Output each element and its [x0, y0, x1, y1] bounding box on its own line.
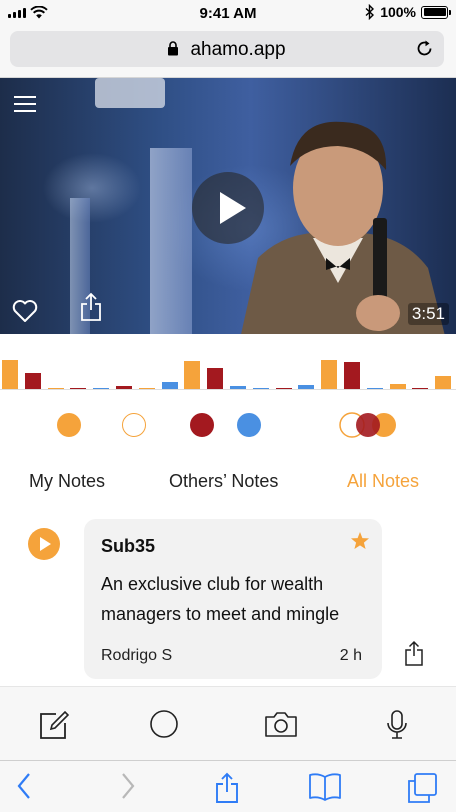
bookmarks-icon[interactable]	[308, 772, 342, 802]
note-title: Sub35	[101, 536, 156, 556]
notes-timeline[interactable]	[0, 350, 456, 390]
heart-icon[interactable]	[12, 299, 38, 323]
timeline-baseline	[0, 389, 456, 390]
record-circle-icon[interactable]	[149, 709, 179, 739]
battery-icon	[421, 5, 451, 19]
play-icon[interactable]	[192, 172, 264, 244]
url-text: ahamo.app	[190, 39, 286, 60]
share-icon[interactable]	[214, 772, 240, 804]
note-play-icon[interactable]	[28, 528, 60, 560]
browser-address-area: ahamo.app	[0, 26, 456, 78]
status-bar: 9:41 AM 100%	[0, 0, 456, 26]
note-text: An exclusive club for wealth managers to…	[101, 574, 340, 624]
share-icon[interactable]	[79, 292, 103, 322]
note-time: 2 h	[339, 647, 362, 664]
timeline-bar[interactable]	[2, 360, 18, 390]
note-author: Rodrigo S	[101, 647, 173, 664]
timeline-bar[interactable]	[344, 362, 360, 390]
tab-all-notes[interactable]: All Notes	[347, 471, 419, 492]
note-card[interactable]: Sub35 An exclusive club for wealth manag…	[84, 519, 382, 679]
address-bar[interactable]: ahamo.app	[10, 31, 444, 67]
tabs-icon[interactable]	[406, 772, 438, 804]
red-filled-dot[interactable]	[190, 413, 214, 437]
note-share-icon[interactable]	[404, 640, 424, 667]
tab-my-notes[interactable]: My Notes	[29, 471, 105, 492]
battery-percent: 100%	[380, 4, 416, 20]
camera-icon[interactable]	[264, 709, 298, 739]
timeline-bar[interactable]	[184, 361, 201, 390]
note-action-toolbar	[0, 686, 456, 760]
browser-toolbar	[0, 760, 456, 812]
compose-icon[interactable]	[38, 709, 70, 741]
video-player[interactable]: 3:51	[0, 78, 456, 334]
timeline-bar[interactable]	[435, 376, 452, 390]
timeline-bar[interactable]	[207, 368, 224, 390]
microphone-icon[interactable]	[386, 709, 408, 741]
timeline-bar[interactable]	[321, 360, 338, 390]
video-duration: 3:51	[407, 303, 449, 325]
orange-outline-dot[interactable]	[122, 413, 146, 437]
notes-tabs: My Notes Others’ Notes All Notes	[0, 468, 456, 498]
reload-icon[interactable]	[415, 39, 434, 58]
blue-filled-dot[interactable]	[237, 413, 261, 437]
menu-icon[interactable]	[14, 96, 36, 112]
orange-filled-dot[interactable]	[57, 413, 81, 437]
back-icon[interactable]	[16, 772, 32, 800]
bluetooth-icon	[365, 4, 375, 20]
tab-others-notes[interactable]: Others’ Notes	[169, 471, 278, 492]
overlapping-dots-icon[interactable]	[336, 411, 400, 439]
timeline-bar[interactable]	[24, 373, 41, 390]
star-icon[interactable]	[350, 531, 370, 551]
forward-icon[interactable]	[120, 772, 136, 800]
